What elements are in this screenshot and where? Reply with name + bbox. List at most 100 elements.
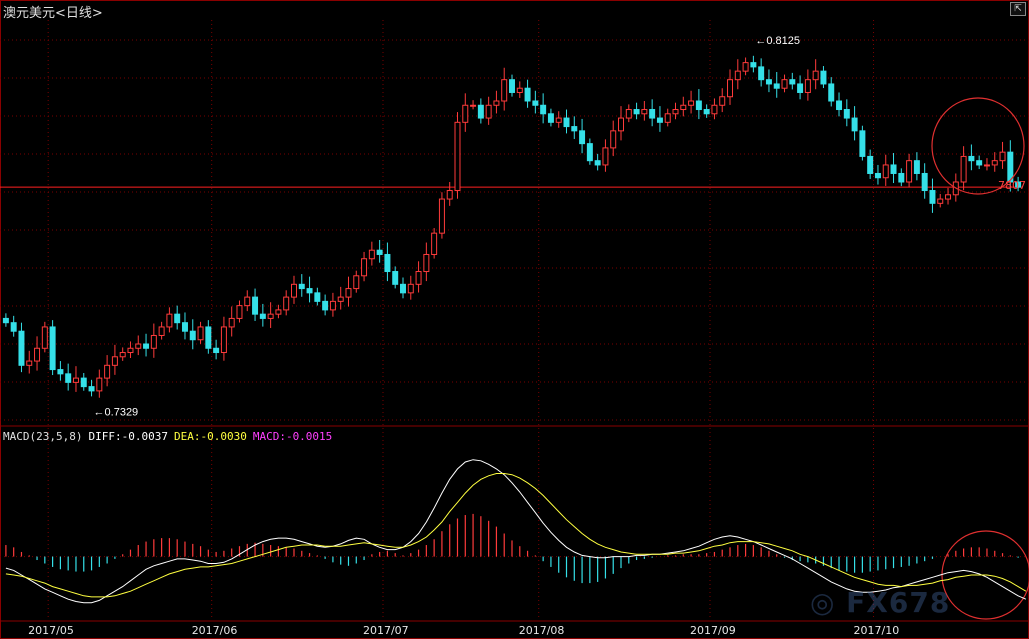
low-price-label: ←0.7329 xyxy=(94,407,139,419)
candle xyxy=(462,104,469,123)
candle xyxy=(477,104,484,119)
x-tick-label: 2017/06 xyxy=(191,624,238,637)
candle xyxy=(750,62,757,68)
candle xyxy=(874,172,881,179)
candle xyxy=(244,296,251,307)
candle xyxy=(641,109,648,115)
candle xyxy=(649,109,656,119)
candle xyxy=(906,160,913,183)
candle xyxy=(150,334,157,349)
candle xyxy=(41,326,48,349)
candle xyxy=(742,62,749,72)
x-tick-label: 2017/05 xyxy=(28,624,74,637)
candle xyxy=(213,347,220,354)
candle xyxy=(72,377,79,383)
candle xyxy=(283,296,290,311)
diff-line xyxy=(5,459,1027,604)
macd-legend: MACD(23,5,8) DIFF:-0.0037 DEA:-0.0030 MACD:… xyxy=(3,430,338,443)
candle xyxy=(298,283,305,290)
candle xyxy=(158,326,165,336)
candle xyxy=(960,155,967,183)
candle xyxy=(618,117,624,132)
candle xyxy=(205,326,212,349)
x-tick-label: 2017/07 xyxy=(362,624,409,637)
candle xyxy=(765,79,772,85)
candle xyxy=(501,79,508,102)
candle xyxy=(368,249,375,260)
candle xyxy=(727,79,734,98)
candlestick-chart: ←0.8125 ←0.7329 xyxy=(0,0,1029,639)
macd-hist-value: MACD:-0.0015 xyxy=(252,430,333,443)
candle xyxy=(781,79,788,89)
candle xyxy=(555,117,562,123)
candle xyxy=(220,326,227,354)
candle xyxy=(547,113,554,123)
candle xyxy=(695,100,702,111)
candle xyxy=(384,253,391,273)
candle xyxy=(267,313,274,319)
candle xyxy=(563,117,570,128)
candle xyxy=(166,313,173,328)
candle xyxy=(493,100,500,106)
candle xyxy=(290,283,297,298)
candle xyxy=(80,377,87,388)
candle xyxy=(314,292,321,302)
candle xyxy=(353,275,360,290)
candle xyxy=(423,253,430,273)
candle xyxy=(337,296,344,302)
candle xyxy=(34,347,41,362)
candle xyxy=(96,377,103,392)
candle xyxy=(602,147,609,166)
candle xyxy=(49,326,56,371)
candle xyxy=(329,300,336,311)
candle xyxy=(719,96,726,106)
candle xyxy=(758,66,765,81)
candle xyxy=(836,100,843,111)
candle xyxy=(415,271,422,285)
x-tick-label: 2017/10 xyxy=(853,624,900,637)
watermark-logo: ◎ FX678 xyxy=(810,586,951,619)
candle xyxy=(470,104,477,107)
candle xyxy=(656,117,663,123)
candle xyxy=(703,109,710,115)
candle xyxy=(135,343,142,349)
candle xyxy=(773,83,780,89)
candle xyxy=(688,100,695,106)
candle xyxy=(361,258,368,277)
x-tick-label: 2017/09 xyxy=(690,624,736,637)
candle xyxy=(407,283,414,294)
candle xyxy=(10,322,17,332)
macd-params: MACD(23,5,8) xyxy=(3,430,83,443)
candle xyxy=(2,317,9,324)
candle xyxy=(945,194,952,200)
candle xyxy=(127,347,134,354)
high-price-label: ←0.8125 xyxy=(755,35,800,47)
candle xyxy=(197,326,204,341)
candle xyxy=(843,109,850,119)
candle xyxy=(983,164,990,167)
candle xyxy=(734,70,741,81)
candle xyxy=(610,130,617,149)
candle xyxy=(586,143,593,162)
candle xyxy=(672,109,679,115)
candle xyxy=(509,79,515,93)
maximize-button[interactable]: ⇱ xyxy=(1010,2,1026,16)
candle xyxy=(485,104,492,119)
candle xyxy=(446,190,453,200)
candle xyxy=(929,190,936,204)
candle xyxy=(104,364,111,379)
candle xyxy=(921,172,928,192)
candle xyxy=(181,322,188,332)
candle xyxy=(236,305,243,319)
candle xyxy=(797,83,804,93)
dea-line xyxy=(5,473,1027,598)
candle xyxy=(579,130,586,145)
candle xyxy=(540,104,547,115)
candle xyxy=(438,198,445,234)
candle xyxy=(812,70,819,81)
candle xyxy=(65,373,72,383)
candle xyxy=(57,369,64,375)
candle xyxy=(174,313,181,324)
x-tick-label: 2017/08 xyxy=(518,624,565,637)
candle xyxy=(851,117,858,132)
